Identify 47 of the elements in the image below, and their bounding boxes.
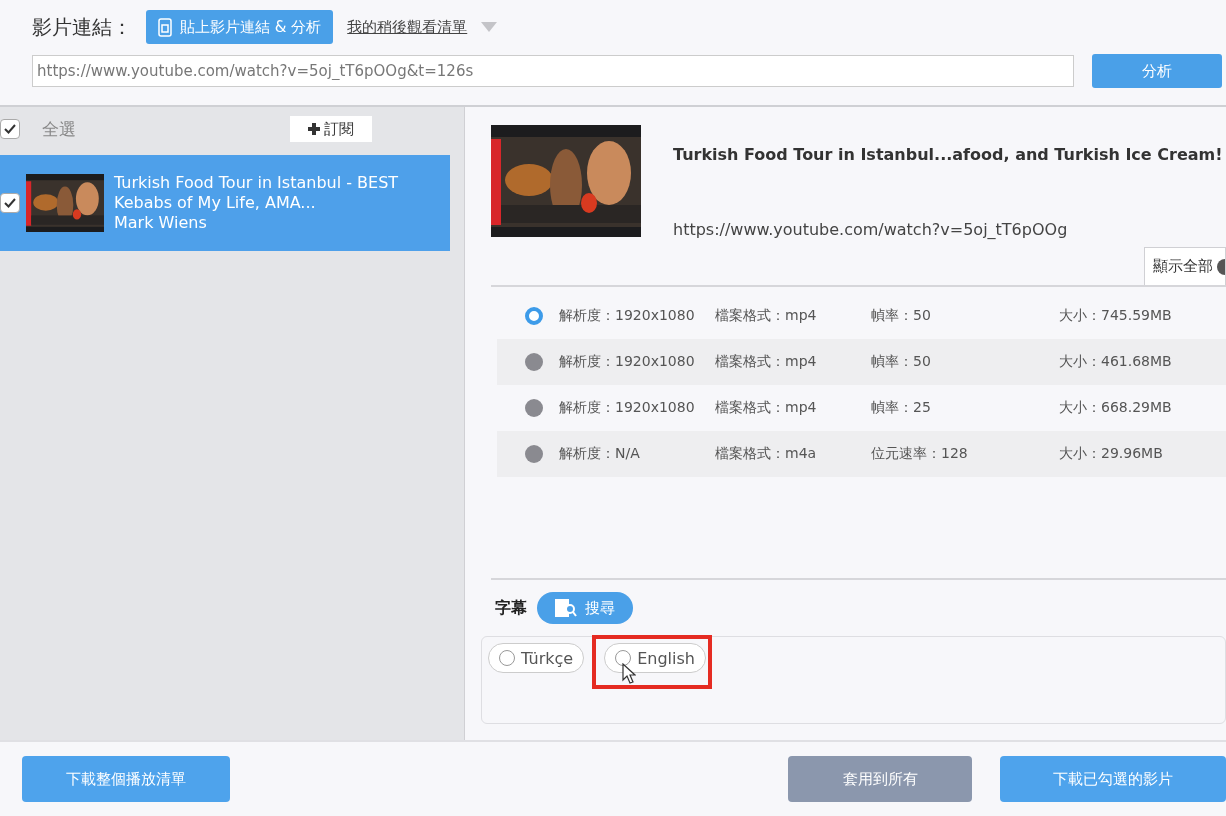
format-text: 檔案格式：m4a — [715, 445, 818, 463]
format-text: 檔案格式：mp4 — [715, 307, 818, 325]
language-radio[interactable] — [499, 650, 515, 666]
link-label: 影片連結： — [32, 13, 132, 41]
video-author: Mark Wiens — [114, 213, 208, 233]
size-text: 大小：461.68MB — [1059, 353, 1173, 371]
plus-icon — [308, 123, 320, 135]
format-text: 檔案格式：mp4 — [715, 353, 818, 371]
rate-text: 幀率：25 — [871, 399, 932, 417]
format-radio[interactable] — [525, 445, 543, 463]
size-text: 大小：29.96MB — [1059, 445, 1164, 463]
size-text: 大小：668.29MB — [1059, 399, 1173, 417]
resolution-text: 解析度：N/A — [559, 445, 641, 463]
format-radio[interactable] — [525, 307, 543, 325]
size-text: 大小：745.59MB — [1059, 307, 1173, 325]
check-icon — [4, 198, 16, 208]
dropdown-icon[interactable] — [481, 22, 498, 32]
subscribe-button[interactable]: 訂閱 — [290, 116, 372, 142]
resolution-text: 解析度：1920x1080 — [559, 353, 696, 371]
language-option[interactable]: English — [604, 643, 706, 673]
search-icon — [555, 598, 577, 618]
format-row[interactable]: 解析度：1920x1080 檔案格式：mp4 幀率：50 大小：461.68MB — [497, 339, 1226, 385]
rate-text: 幀率：50 — [871, 307, 932, 325]
video-title: Turkish Food Tour in Istanbul - BEST Kebabs of My Life, AMA... — [114, 173, 400, 213]
rate-text: 位元速率：128 — [871, 445, 969, 463]
video-url: https://www.youtube.com/watch?v=5oj_tT6pOOg — [673, 220, 1069, 239]
resolution-text: 解析度：1920x1080 — [559, 399, 696, 417]
format-row[interactable]: 解析度：1920x1080 檔案格式：mp4 幀率：50 大小：745.59MB — [497, 293, 1226, 339]
format-row[interactable]: 解析度：1920x1080 檔案格式：mp4 幀率：25 大小：668.29MB — [497, 385, 1226, 431]
watch-later-link[interactable]: 我的稍後觀看清單 — [347, 17, 468, 37]
video-title: Turkish Food Tour in Istanbul...afood, and Turkish Ice Cream! — [673, 145, 1223, 164]
language-option[interactable]: Türkçe — [488, 643, 585, 673]
url-field[interactable]: https://www.youtube.com/watch?v=5oj_tT6pOOg&t=126s — [32, 55, 1074, 87]
format-text: 檔案格式：mp4 — [715, 399, 818, 417]
format-radio[interactable] — [525, 353, 543, 371]
select-all-checkbox[interactable] — [0, 119, 20, 139]
show-all-button[interactable]: 顯示全部 — [1144, 247, 1226, 285]
format-row[interactable]: 解析度：N/A 檔案格式：m4a 位元速率：128 大小：29.96MB — [497, 431, 1226, 477]
check-icon — [4, 124, 16, 134]
item-checkbox[interactable] — [0, 193, 20, 213]
resolution-text: 解析度：1920x1080 — [559, 307, 696, 325]
rate-text: 幀率：50 — [871, 353, 932, 371]
language-radio[interactable] — [615, 650, 632, 666]
format-radio[interactable] — [525, 399, 543, 417]
subtitle-label: 字幕 — [495, 597, 527, 619]
clipboard-icon — [158, 17, 172, 37]
select-all-label: 全選 — [42, 117, 76, 141]
